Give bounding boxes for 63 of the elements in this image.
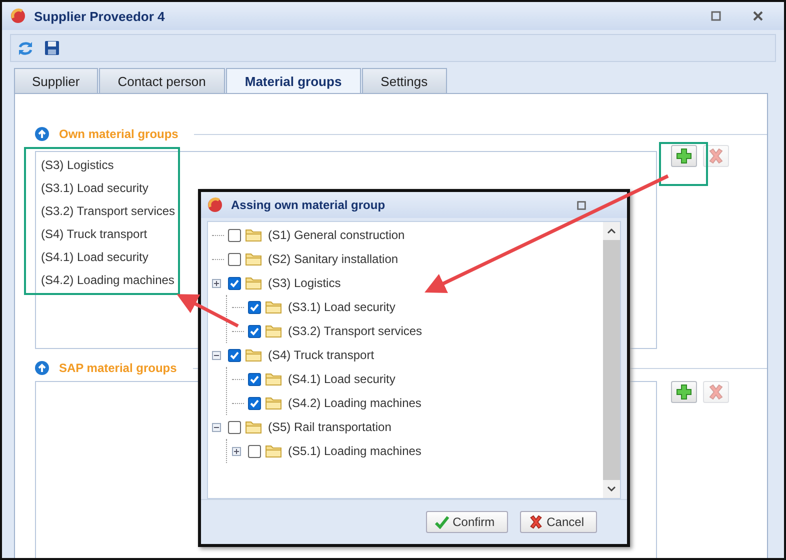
scroll-up-icon[interactable] — [603, 222, 620, 240]
folder-icon — [245, 228, 262, 242]
close-icon[interactable] — [752, 10, 764, 22]
tree-item[interactable]: (S2) Sanitary installation — [268, 252, 398, 266]
checkbox[interactable] — [228, 252, 241, 266]
tree-item[interactable]: (S5.1) Loading machines — [288, 444, 422, 458]
annotation-arrow — [176, 294, 239, 328]
collapse-toggle[interactable] — [212, 422, 224, 432]
refresh-icon[interactable] — [17, 40, 34, 56]
tab[interactable]: Settings — [362, 68, 447, 93]
tree-item[interactable]: (S3) Logistics — [268, 276, 341, 290]
collapse-toggle[interactable] — [212, 350, 224, 360]
maximize-icon[interactable] — [710, 10, 722, 22]
folder-icon — [265, 324, 282, 338]
folder-icon — [245, 276, 262, 290]
checkbox[interactable] — [228, 228, 241, 242]
confirm-button[interactable]: Confirm — [426, 511, 508, 533]
tree-item[interactable]: (S3.1) Load security — [288, 300, 396, 314]
dialog-title: Assing own material group — [231, 198, 386, 212]
app-logo-icon — [10, 8, 26, 24]
tab[interactable]: Material groups — [226, 68, 361, 93]
window-title: Supplier Proveedor 4 — [34, 8, 165, 24]
folder-icon — [265, 372, 282, 386]
folder-icon — [265, 396, 282, 410]
checkbox[interactable] — [248, 396, 261, 410]
tab[interactable]: Supplier — [14, 68, 98, 93]
tree-item[interactable]: (S3.2) Transport services — [288, 324, 422, 338]
tab[interactable]: Contact person — [98, 68, 225, 93]
expand-toggle[interactable] — [212, 278, 224, 288]
tree-item[interactable]: (S5) Rail transportation — [268, 420, 392, 434]
tree-item[interactable]: (S4.2) Loading machines — [288, 396, 422, 410]
folder-icon — [245, 348, 262, 362]
section-title: Own material groups — [59, 127, 178, 141]
checkbox[interactable] — [248, 300, 261, 314]
expand-toggle[interactable] — [232, 446, 244, 456]
checkbox[interactable] — [248, 324, 261, 338]
cancel-button[interactable]: Cancel — [520, 511, 597, 533]
highlight-frame — [659, 142, 708, 186]
checkbox[interactable] — [228, 420, 241, 434]
tree-item[interactable]: (S1) General construction — [268, 228, 405, 242]
tree-item[interactable]: (S4.1) Load security — [288, 372, 396, 386]
collapse-section-icon[interactable] — [35, 361, 49, 375]
app-logo-icon — [207, 197, 223, 213]
section-title: SAP material groups — [59, 361, 177, 375]
list-item[interactable]: (S3) Logistics — [41, 156, 656, 179]
folder-icon — [265, 300, 282, 314]
scrollbar[interactable] — [603, 222, 620, 498]
checkbox[interactable] — [248, 444, 261, 458]
maximize-icon[interactable] — [576, 200, 587, 210]
scroll-down-icon[interactable] — [603, 480, 620, 498]
save-icon[interactable] — [44, 40, 60, 56]
collapse-section-icon[interactable] — [35, 127, 49, 141]
tree-item[interactable]: (S4) Truck transport — [268, 348, 374, 362]
folder-icon — [245, 420, 262, 434]
checkbox[interactable] — [228, 348, 241, 362]
add-button[interactable] — [671, 381, 697, 403]
folder-icon — [265, 444, 282, 458]
checkbox[interactable] — [228, 276, 241, 290]
folder-icon — [245, 252, 262, 266]
checkmark-icon — [434, 516, 449, 528]
add-button[interactable] — [671, 145, 697, 167]
cross-icon — [528, 515, 543, 529]
checkbox[interactable] — [248, 372, 261, 386]
